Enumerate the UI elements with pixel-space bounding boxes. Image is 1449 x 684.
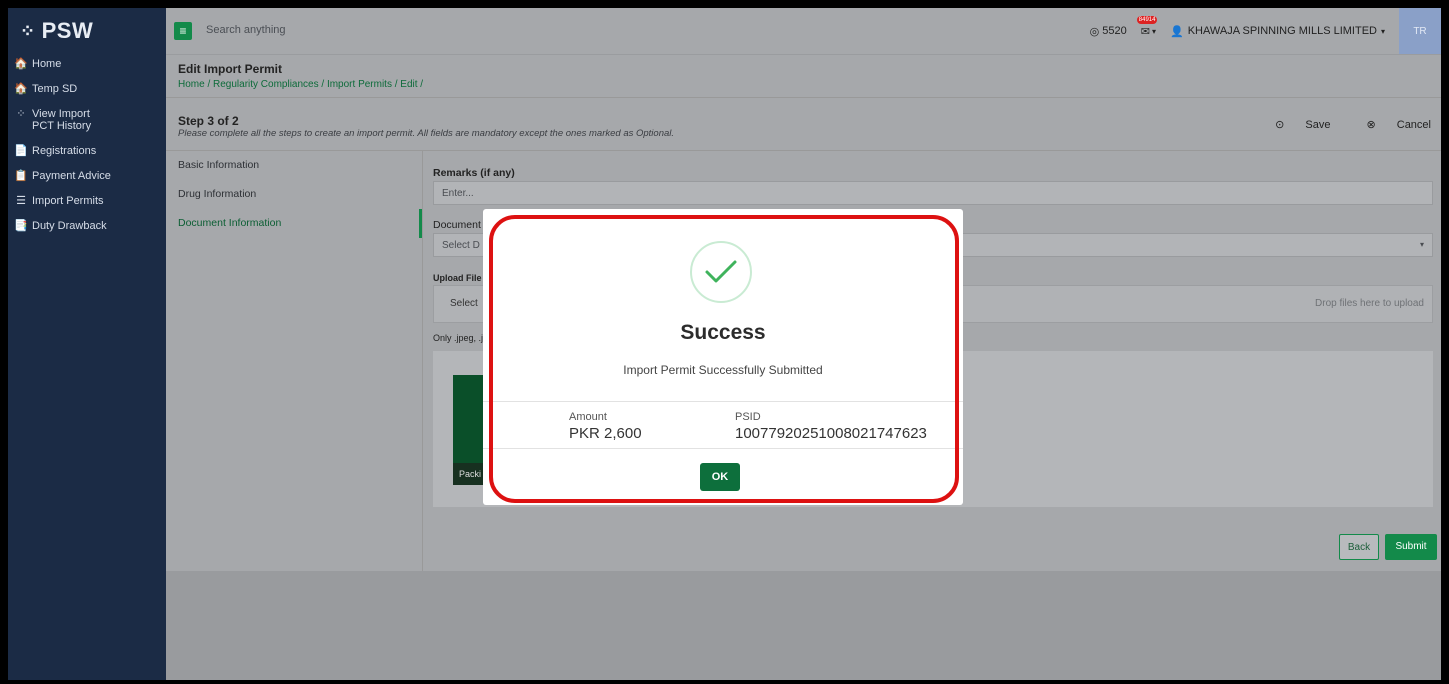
top-bar: ≡ Search anything ◎ 5520 84914 ✉ ▾ 👤 KHA… [166, 8, 1441, 55]
sidebar-item-label: Payment Advice [32, 170, 111, 182]
company-name: KHAWAJA SPINNING MILLS LIMITED [1187, 25, 1377, 37]
topbar-right: ◎ 5520 84914 ✉ ▾ 👤 KHAWAJA SPINNING MILL… [1090, 8, 1441, 54]
sidebar-item-label: Home [32, 58, 62, 70]
sidebar: ⁘ PSW 🏠 Home 🏠 Temp SD ⁘ View Import PCT… [8, 8, 166, 680]
home-icon: 🏠 [14, 83, 28, 95]
submit-button[interactable]: Submit [1385, 534, 1437, 560]
list-icon: ☰ [16, 195, 26, 207]
success-modal: Success Import Permit Successfully Submi… [483, 209, 963, 505]
remarks-input[interactable]: Enter... [433, 181, 1433, 205]
check-circle-icon: ⊙ [1275, 119, 1288, 131]
upload-label: Upload File [433, 273, 482, 283]
save-button[interactable]: ⊙ Save [1257, 118, 1330, 131]
close-circle-icon: ⊗ [1366, 119, 1379, 131]
user-icon: 👤 [1170, 25, 1184, 38]
notifications-button[interactable]: 84914 ✉ ▾ [1136, 15, 1158, 38]
breadcrumb[interactable]: Home / Regularity Compliances / Import P… [178, 79, 423, 90]
page-header: Edit Import Permit Home / Regularity Com… [166, 55, 1441, 98]
sidebar-item-label: View Import PCT History [32, 108, 92, 132]
back-button[interactable]: Back [1339, 534, 1379, 560]
coins-value: 5520 [1102, 25, 1127, 37]
app-window: ⁘ PSW 🏠 Home 🏠 Temp SD ⁘ View Import PCT… [8, 8, 1441, 680]
page-title: Edit Import Permit [178, 62, 283, 76]
logo-text: PSW [41, 18, 94, 43]
page-lower-area [166, 571, 1441, 680]
coin-icon: ◎ [1089, 25, 1100, 38]
action-buttons: ⊙ Save ⊗ Cancel [1239, 118, 1431, 131]
company-dropdown[interactable]: 👤 KHAWAJA SPINNING MILLS LIMITED ▾ [1170, 25, 1385, 38]
document-label: Document [433, 219, 481, 231]
sidebar-item-label: Duty Drawback [32, 220, 107, 232]
sidebar-item-temp-sd[interactable]: 🏠 Temp SD [8, 79, 166, 99]
chevron-down-icon: ▾ [1380, 26, 1385, 36]
cancel-button[interactable]: ⊗ Cancel [1348, 118, 1431, 131]
sidebar-item-label: Import Permits [32, 195, 104, 207]
user-initials: TR [1413, 25, 1427, 37]
coins-display: ◎ 5520 [1090, 25, 1127, 38]
step-basic-information[interactable]: Basic Information [166, 151, 422, 180]
cancel-label: Cancel [1396, 119, 1431, 131]
sidebar-item-label: Temp SD [32, 83, 78, 95]
remarks-label: Remarks (if any) [433, 167, 515, 179]
chevron-down-icon: ▾ [1419, 240, 1424, 249]
sidebar-item-view-import-pct-history[interactable]: ⁘ View Import PCT History [8, 104, 166, 136]
menu-toggle-button[interactable]: ≡ [174, 22, 192, 40]
sidebar-item-registrations[interactable]: 📄 Registrations [8, 141, 166, 161]
highlight-ring [489, 215, 959, 503]
files-icon: 📑 [14, 220, 28, 232]
home-icon: 🏠 [14, 58, 28, 70]
sidebar-item-home[interactable]: 🏠 Home [8, 54, 166, 74]
step-drug-information[interactable]: Drug Information [166, 180, 422, 209]
select-files-button[interactable]: Select [450, 298, 478, 309]
step-title: Step 3 of 2 [178, 114, 239, 128]
allowed-types-text: Only .jpeg, .j [433, 333, 484, 343]
sidebar-item-label: Registrations [32, 145, 97, 157]
sidebar-item-duty-drawback[interactable]: 📑 Duty Drawback [8, 216, 166, 236]
clipboard-icon: 📋 [14, 170, 28, 182]
sidebar-item-import-permits[interactable]: ☰ Import Permits [8, 191, 166, 211]
steps-nav: Basic Information Drug Information Docum… [166, 151, 423, 571]
psw-logo[interactable]: ⁘ PSW [8, 8, 166, 54]
step-bar: Step 3 of 2 Please complete all the step… [166, 98, 1441, 151]
chevron-down-icon: ▾ [1151, 26, 1156, 36]
step-document-information[interactable]: Document Information [166, 209, 422, 238]
step-description: Please complete all the steps to create … [178, 128, 675, 139]
psw-logo-icon: ⁘ [20, 20, 36, 41]
document-select-value: Select D [442, 240, 480, 251]
search-input[interactable]: Search anything [206, 24, 286, 36]
notification-badge: 84914 [1136, 15, 1158, 24]
document-icon: 📄 [14, 145, 28, 157]
mail-icon: ✉ [1140, 25, 1150, 38]
drop-hint: Drop files here to upload [1315, 298, 1424, 309]
save-label: Save [1305, 119, 1331, 131]
psw-dots-icon: ⁘ [16, 108, 26, 120]
sidebar-item-payment-advice[interactable]: 📋 Payment Advice [8, 166, 166, 186]
avatar[interactable]: TR [1399, 8, 1441, 54]
